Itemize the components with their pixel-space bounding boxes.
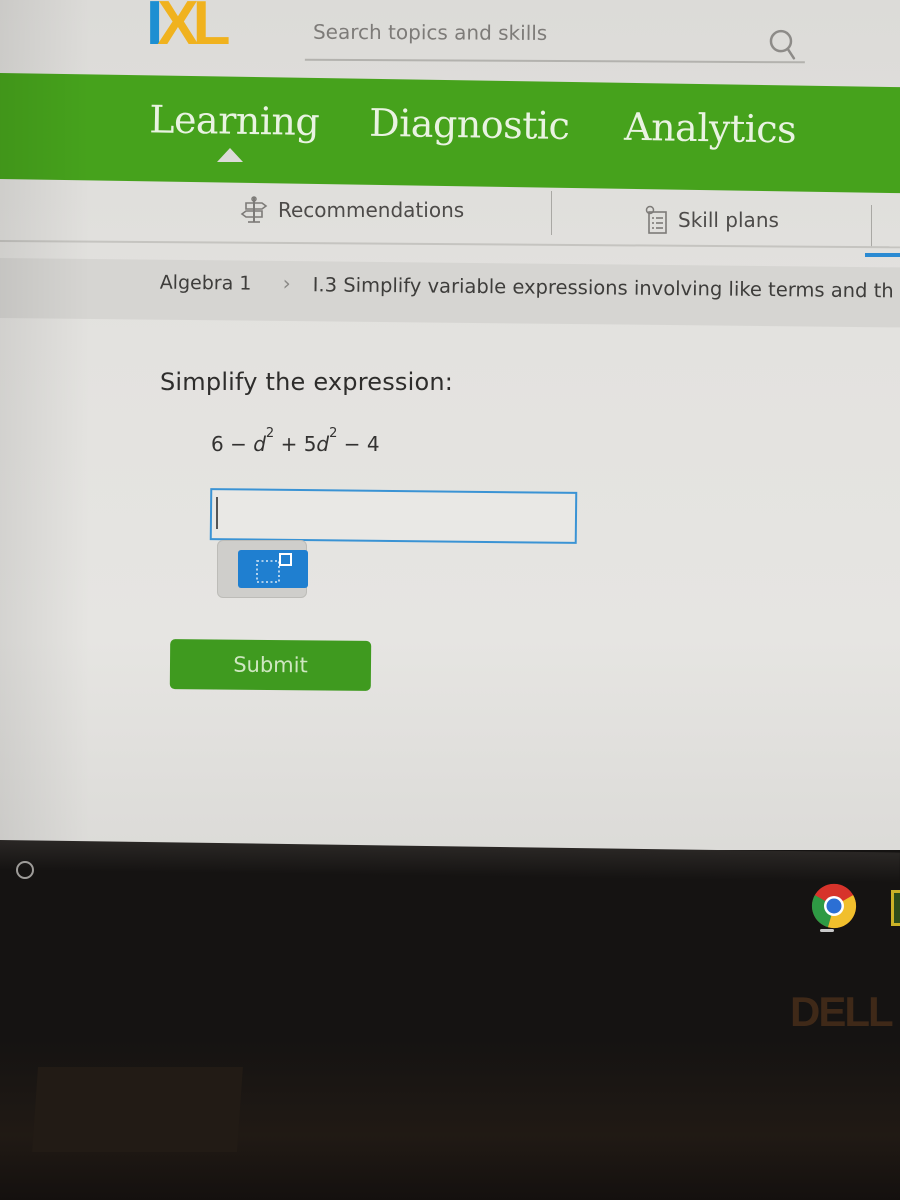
text-caret xyxy=(216,497,218,529)
top-bar: I X L xyxy=(0,0,900,72)
breadcrumb: Algebra 1 › I.3 Simplify variable expres… xyxy=(0,258,900,328)
logo-letter-x: X xyxy=(157,0,198,58)
search-input[interactable] xyxy=(312,16,744,49)
subnav-divider xyxy=(551,191,552,235)
expr-coefficient: 5 xyxy=(303,432,317,456)
screen: I X L Learning Diagnostic Analytics xyxy=(0,0,900,850)
tab-analytics[interactable]: Analytics xyxy=(624,105,797,152)
app-icon[interactable] xyxy=(891,890,900,926)
expr-term: 6 xyxy=(211,432,224,456)
breadcrumb-algebra-1[interactable]: Algebra 1 xyxy=(160,272,252,295)
question-prompt: Simplify the expression: xyxy=(160,368,454,396)
skill-plans-label: Skill plans xyxy=(678,208,779,232)
tab-learning[interactable]: Learning xyxy=(149,97,320,144)
expr-operator: − xyxy=(343,432,361,456)
expr-term: 4 xyxy=(366,432,380,456)
exponent-template-icon xyxy=(256,553,292,583)
breadcrumb-current-skill: I.3 Simplify variable expressions involv… xyxy=(312,273,894,303)
math-keyboard-tray xyxy=(217,540,308,598)
expr-variable: d xyxy=(253,432,266,456)
ixl-logo[interactable]: I X L xyxy=(146,0,231,58)
signpost-icon xyxy=(240,196,268,223)
submit-button[interactable]: Submit xyxy=(169,639,372,691)
search-icon[interactable] xyxy=(768,27,798,61)
subnav-underline xyxy=(0,240,900,249)
sub-nav: Recommendations Skill plans xyxy=(0,185,900,249)
dell-logo: DELL xyxy=(790,988,894,1035)
math-expression: 6 − d2 + 5d2 − 4 xyxy=(211,426,380,456)
chrome-icon[interactable] xyxy=(810,882,858,930)
main-nav: Learning Diagnostic Analytics xyxy=(0,73,900,194)
shelf-active-indicator xyxy=(820,929,834,932)
webcam-icon xyxy=(16,861,34,879)
active-subnav-indicator xyxy=(865,253,900,257)
subnav-recommendations[interactable]: Recommendations xyxy=(240,195,464,225)
keyboard-reflection xyxy=(32,1067,243,1152)
search-bar xyxy=(304,6,806,64)
logo-letter-i: I xyxy=(146,0,163,58)
active-tab-pointer xyxy=(217,148,243,162)
answer-input[interactable] xyxy=(209,488,578,544)
logo-letter-l: L xyxy=(192,0,231,58)
subnav-divider xyxy=(871,205,872,247)
recommendations-label: Recommendations xyxy=(278,198,465,222)
expr-exponent: 2 xyxy=(265,426,275,442)
tab-diagnostic[interactable]: Diagnostic xyxy=(369,101,570,148)
exponent-button[interactable] xyxy=(238,550,308,588)
checklist-icon xyxy=(645,205,667,234)
expr-operator: − xyxy=(230,432,247,456)
expr-variable: d xyxy=(316,432,330,456)
expr-exponent: 2 xyxy=(329,426,338,442)
expr-operator: + xyxy=(280,432,298,456)
chevron-right-icon: › xyxy=(282,270,291,296)
subnav-skill-plans[interactable]: Skill plans xyxy=(644,205,779,235)
